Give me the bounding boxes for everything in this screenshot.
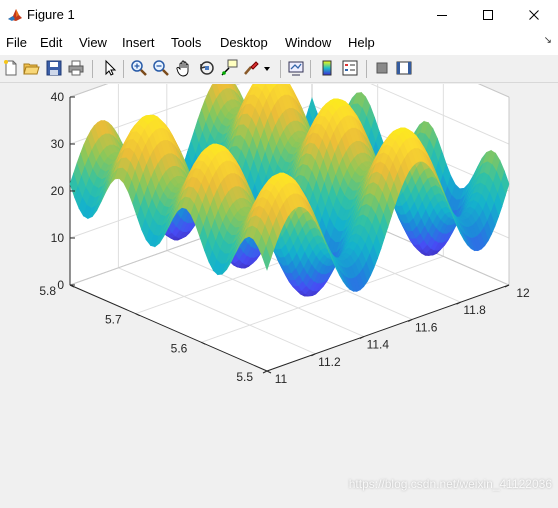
pan-hand-icon[interactable] xyxy=(175,59,193,77)
insert-legend-icon[interactable] xyxy=(341,59,359,77)
menu-edit[interactable]: Edit xyxy=(40,35,62,50)
menu-desktop[interactable]: Desktop xyxy=(220,35,268,50)
link-plot-icon[interactable] xyxy=(287,59,305,77)
x-tick-label: 11.4 xyxy=(367,338,390,352)
data-cursor-icon[interactable] xyxy=(220,59,238,77)
menu-view[interactable]: View xyxy=(79,35,107,50)
z-tick-label: 0 xyxy=(57,278,64,292)
close-icon xyxy=(528,9,540,21)
close-button[interactable] xyxy=(511,0,557,30)
title-bar: Figure 1 xyxy=(0,0,558,30)
z-tick-label: 40 xyxy=(51,90,65,104)
x-tick-label: 12 xyxy=(516,286,530,300)
y-tick-label: 5.7 xyxy=(105,313,122,327)
maximize-icon xyxy=(482,9,494,21)
menu-help[interactable]: Help xyxy=(348,35,375,50)
y-tick-mark xyxy=(267,371,271,373)
watermark-text: https://blog.csdn.net/weixin_41122036 xyxy=(349,477,552,491)
z-tick-label: 10 xyxy=(51,231,65,245)
menu-bar: File Edit View Insert Tools Desktop Wind… xyxy=(0,30,558,55)
brush-icon[interactable] xyxy=(242,59,260,77)
maximize-button[interactable] xyxy=(465,0,511,30)
zoom-out-icon[interactable] xyxy=(152,59,170,77)
z-tick-label: 30 xyxy=(51,137,65,151)
edit-plot-arrow-icon[interactable] xyxy=(101,59,119,77)
toolbar-separator xyxy=(366,60,367,78)
toolbar-separator xyxy=(280,60,281,78)
z-tick-label: 20 xyxy=(51,184,65,198)
minimize-icon xyxy=(436,9,448,21)
save-icon[interactable] xyxy=(45,59,63,77)
menu-tools[interactable]: Tools xyxy=(171,35,201,50)
x-tick-label: 11.2 xyxy=(318,355,341,369)
brush-dropdown-icon[interactable] xyxy=(262,59,272,77)
matlab-logo-icon xyxy=(7,7,23,23)
y-tick-label: 5.5 xyxy=(236,370,253,384)
new-figure-icon[interactable] xyxy=(2,59,20,77)
show-plot-tools-icon[interactable] xyxy=(395,59,413,77)
open-file-icon[interactable] xyxy=(22,59,40,77)
window-title: Figure 1 xyxy=(27,7,75,22)
rotate-3d-icon[interactable] xyxy=(198,59,216,77)
menu-insert[interactable]: Insert xyxy=(122,35,155,50)
menu-window[interactable]: Window xyxy=(285,35,331,50)
x-tick-label: 11.8 xyxy=(463,303,486,317)
x-tick-label: 11 xyxy=(275,372,288,386)
minimize-button[interactable] xyxy=(419,0,465,30)
figure-toolbar xyxy=(0,55,558,83)
x-tick-label: 11.6 xyxy=(415,320,438,334)
y-tick-label: 5.8 xyxy=(39,284,56,298)
menu-overflow-icon[interactable]: ↘ xyxy=(544,35,552,46)
y-tick-label: 5.6 xyxy=(171,341,188,355)
surface-plot[interactable]: 0 10 20 30 40 5.5 5.6 5.7 5.8 11 11.2 11.4 11.6 11.… xyxy=(0,84,558,503)
hide-plot-tools-icon[interactable] xyxy=(373,59,391,77)
insert-colorbar-icon[interactable] xyxy=(318,59,336,77)
print-icon[interactable] xyxy=(67,59,85,77)
zoom-in-icon[interactable] xyxy=(130,59,148,77)
toolbar-separator xyxy=(92,60,93,78)
menu-file[interactable]: File xyxy=(6,35,27,50)
toolbar-separator xyxy=(123,60,124,78)
figure-canvas[interactable]: 0 10 20 30 40 5.5 5.6 5.7 5.8 11 11.2 11.4 11.6 11.… xyxy=(0,84,558,503)
toolbar-separator xyxy=(310,60,311,78)
x-tick-mark xyxy=(263,371,267,373)
